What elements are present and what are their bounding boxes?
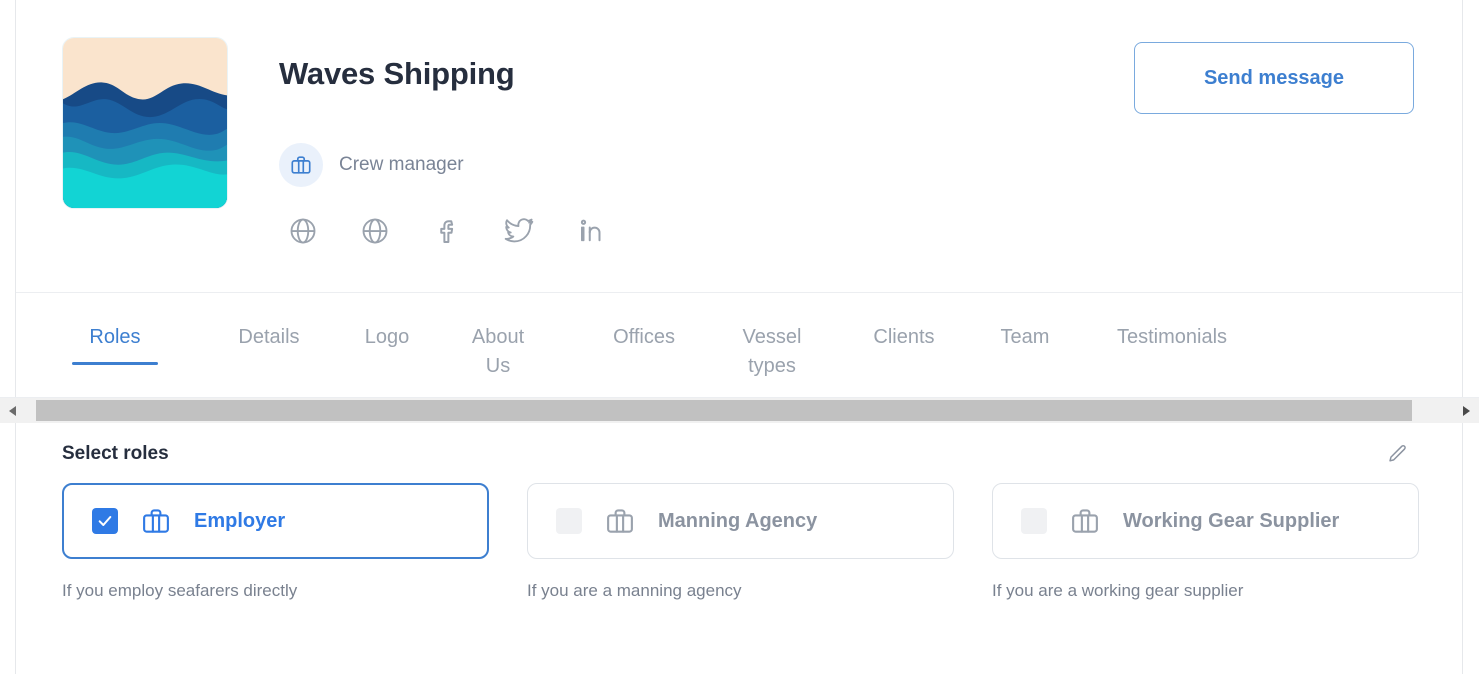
role-card-employer[interactable]: Employer: [62, 483, 489, 559]
pencil-icon[interactable]: [1380, 437, 1414, 471]
briefcase-icon: [140, 505, 172, 537]
company-name: Waves Shipping: [279, 56, 515, 91]
select-roles-section: Select roles Employer If you employ seaf…: [16, 421, 1462, 601]
profile-tabs: Roles Details Logo About Us Offices Vess…: [16, 293, 1462, 397]
section-header: Select roles: [62, 421, 1416, 483]
crew-manager-badge: Crew manager: [279, 143, 464, 187]
crew-manager-label: Crew manager: [339, 154, 464, 175]
triangle-right-icon[interactable]: [1453, 398, 1479, 423]
frame-right-border: [1462, 0, 1463, 674]
profile-header: Waves Shipping Crew manager Send message: [16, 0, 1462, 293]
horizontal-scrollbar[interactable]: [0, 397, 1479, 423]
role-label-employer: Employer: [194, 509, 286, 532]
linkedin-icon[interactable]: [568, 208, 614, 254]
tab-vessel-types[interactable]: Vessel types: [733, 293, 811, 381]
role-label-working-gear-supplier: Working Gear Supplier: [1123, 509, 1340, 532]
tab-details[interactable]: Details: [222, 293, 316, 352]
tab-about-us[interactable]: About Us: [458, 293, 538, 381]
send-message-button[interactable]: Send message: [1134, 42, 1414, 114]
tab-testimonials[interactable]: Testimonials: [1097, 293, 1247, 352]
section-title: Select roles: [62, 443, 169, 464]
globe-icon[interactable]: [280, 208, 326, 254]
globe-icon[interactable]: [352, 208, 398, 254]
role-checkbox-working-gear-supplier[interactable]: [1021, 508, 1047, 534]
triangle-left-icon[interactable]: [0, 398, 26, 423]
role-card-manning-agency[interactable]: Manning Agency: [527, 483, 954, 559]
role-description-manning-agency: If you are a manning agency: [527, 581, 742, 600]
briefcase-icon: [1069, 505, 1101, 537]
scrollbar-thumb[interactable]: [36, 399, 1412, 421]
role-column-working-gear-supplier: Working Gear Supplier If you are a worki…: [992, 483, 1419, 601]
role-column-employer: Employer If you employ seafarers directl…: [62, 483, 489, 601]
role-card-working-gear-supplier[interactable]: Working Gear Supplier: [992, 483, 1419, 559]
tab-offices[interactable]: Offices: [593, 293, 695, 352]
scrollbar-track[interactable]: [26, 398, 1453, 423]
page-content: Waves Shipping Crew manager Send message…: [0, 0, 1479, 674]
role-checkbox-employer[interactable]: [92, 508, 118, 534]
role-label-manning-agency: Manning Agency: [658, 509, 818, 532]
facebook-icon[interactable]: [424, 208, 470, 254]
profile-page: Waves Shipping Crew manager Send message…: [0, 0, 1479, 674]
social-links: [280, 208, 614, 254]
waves-logo-icon: [63, 38, 227, 208]
profile-tabs-wrapper: Roles Details Logo About Us Offices Vess…: [0, 293, 1479, 423]
tab-team[interactable]: Team: [981, 293, 1069, 352]
briefcase-icon: [604, 505, 636, 537]
tab-clients[interactable]: Clients: [855, 293, 953, 352]
tab-logo[interactable]: Logo: [344, 293, 430, 352]
role-cards-row: Employer If you employ seafarers directl…: [62, 483, 1419, 601]
twitter-icon[interactable]: [496, 208, 542, 254]
role-checkbox-manning-agency[interactable]: [556, 508, 582, 534]
role-column-manning-agency: Manning Agency If you are a manning agen…: [527, 483, 954, 601]
briefcase-icon: [279, 143, 323, 187]
role-description-employer: If you employ seafarers directly: [62, 581, 298, 600]
tab-roles[interactable]: Roles: [72, 293, 158, 365]
company-logo: [62, 37, 228, 209]
role-description-working-gear-supplier: If you are a working gear supplier: [992, 581, 1244, 600]
